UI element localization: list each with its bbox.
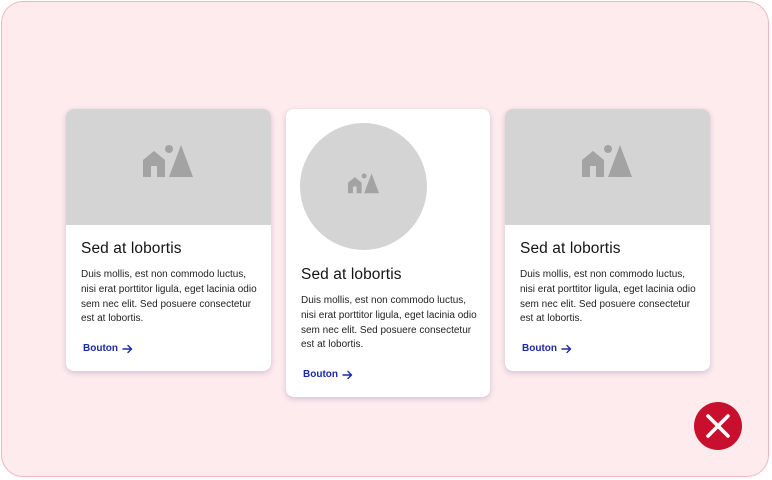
card-button-label: Bouton: [522, 343, 557, 354]
card-button[interactable]: Bouton: [303, 369, 353, 380]
image-placeholder-icon: [143, 145, 193, 177]
card: Sed at lobortis Duis mollis, est non com…: [505, 109, 710, 371]
card-description: Duis mollis, est non commodo luctus, nis…: [81, 269, 257, 325]
card-title: Sed at lobortis: [520, 240, 621, 257]
arrow-right-icon: [342, 370, 353, 379]
card-image-placeholder: [66, 109, 271, 225]
card-button-label: Bouton: [83, 343, 118, 354]
card: Sed at lobortis Duis mollis, est non com…: [286, 109, 490, 397]
card-button[interactable]: Bouton: [83, 343, 133, 354]
card-title: Sed at lobortis: [81, 240, 182, 257]
dont-example-frame: Sed at lobortis Duis mollis, est non com…: [1, 1, 769, 477]
close-icon: [706, 414, 730, 438]
card: Sed at lobortis Duis mollis, est non com…: [66, 109, 271, 371]
card-description: Duis mollis, est non commodo luctus, nis…: [520, 269, 696, 325]
error-badge: [694, 402, 742, 450]
arrow-right-icon: [561, 344, 572, 353]
image-placeholder-icon: [582, 145, 632, 177]
arrow-right-icon: [122, 344, 133, 353]
card-description: Duis mollis, est non commodo luctus, nis…: [301, 295, 477, 351]
card-image-placeholder: [505, 109, 710, 225]
card-title: Sed at lobortis: [301, 266, 402, 283]
image-placeholder-icon: [348, 173, 379, 194]
card-button[interactable]: Bouton: [522, 343, 572, 354]
card-image-placeholder: [300, 123, 427, 250]
card-button-label: Bouton: [303, 369, 338, 380]
